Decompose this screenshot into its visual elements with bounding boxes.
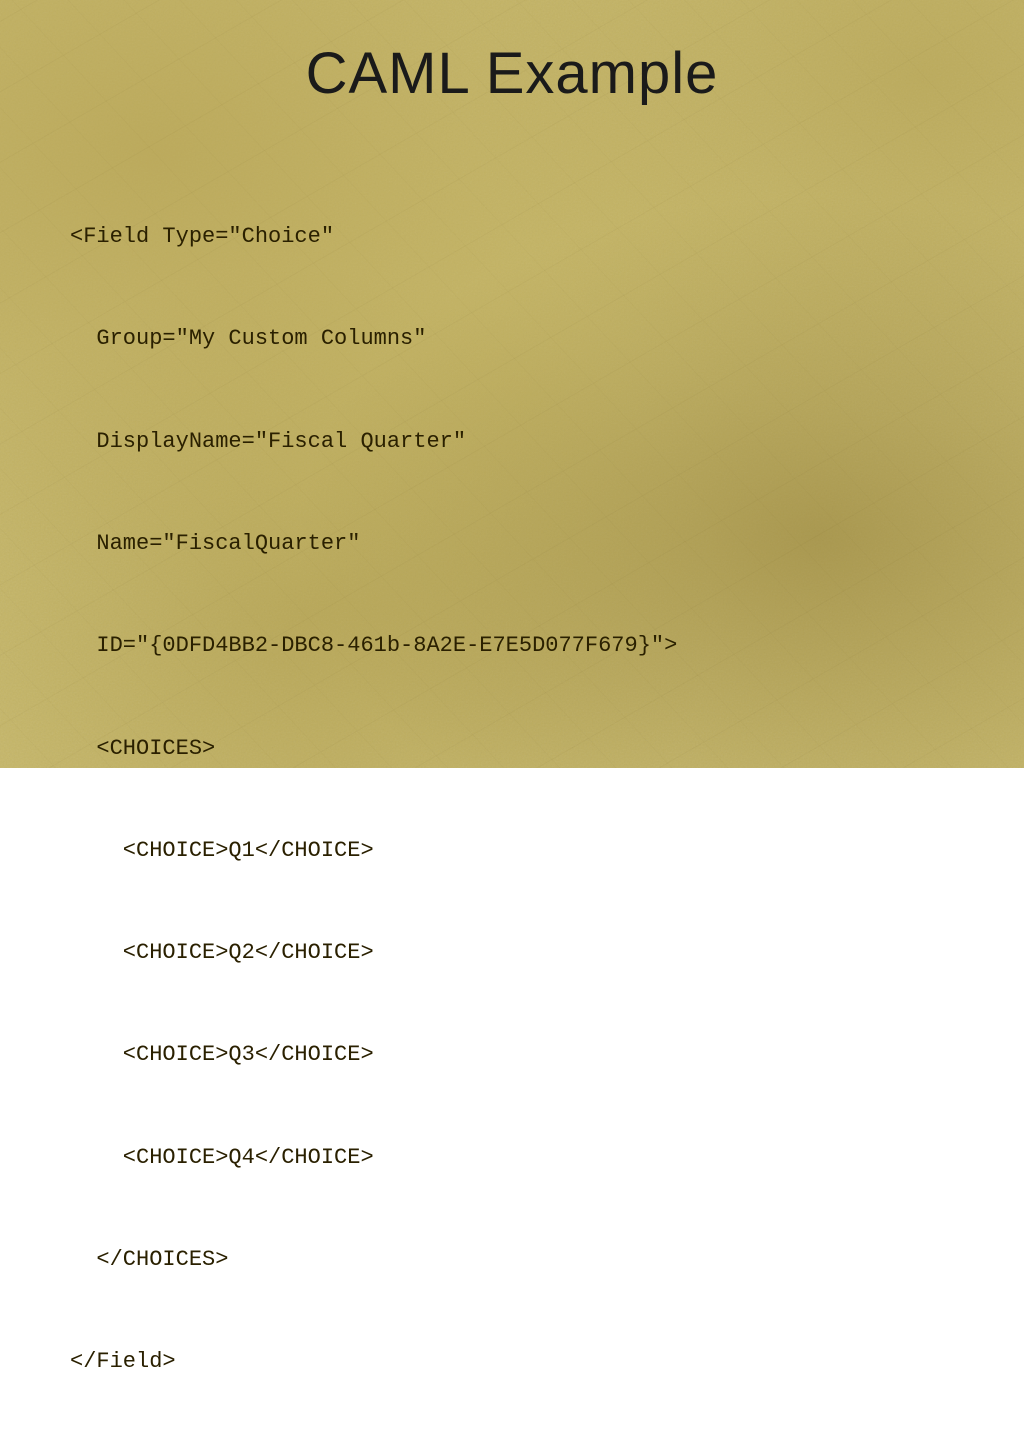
code-line-9: <CHOICE>Q3</CHOICE> [70,1038,677,1072]
code-line-7: <CHOICE>Q1</CHOICE> [70,834,677,868]
code-line-8: <CHOICE>Q2</CHOICE> [70,936,677,970]
code-line-10: <CHOICE>Q4</CHOICE> [70,1141,677,1175]
code-line-1: <Field Type="Choice" [70,220,677,254]
code-line-6: <CHOICES> [70,732,677,766]
code-line-4: Name="FiscalQuarter" [70,527,677,561]
code-line-11: </CHOICES> [70,1243,677,1277]
slide: CAML Example <Field Type="Choice" Group=… [0,0,1024,768]
slide-title: CAML Example [60,40,964,107]
code-line-5: ID="{0DFD4BB2-DBC8-461b-8A2E-E7E5D077F67… [70,629,677,663]
code-line-12: </Field> [70,1345,677,1379]
code-line-3: DisplayName="Fiscal Quarter" [70,425,677,459]
code-line-2: Group="My Custom Columns" [70,322,677,356]
code-block: <Field Type="Choice" Group="My Custom Co… [60,152,677,1448]
